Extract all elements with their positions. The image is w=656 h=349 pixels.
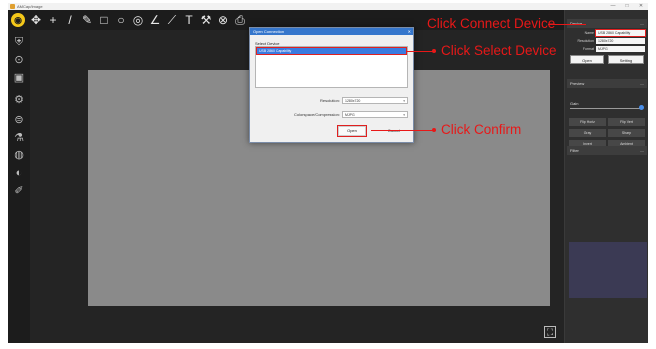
- name-label: Name: [584, 31, 594, 35]
- flip-vertical-button[interactable]: Flip Vert: [608, 118, 645, 126]
- device-name-select[interactable]: USB 2860 Capability: [595, 29, 646, 37]
- camera-icon[interactable]: ⊙: [12, 53, 26, 67]
- text-icon[interactable]: T: [182, 13, 196, 27]
- minimize-button[interactable]: —: [606, 3, 620, 10]
- polyline-icon[interactable]: ⟋: [165, 13, 179, 27]
- format-select[interactable]: MJPG: [596, 46, 645, 52]
- settings-button[interactable]: Setting: [608, 55, 644, 64]
- resolution-select[interactable]: 1280x720: [596, 38, 645, 44]
- video-icon[interactable]: ▣: [12, 71, 26, 85]
- left-sidebar: ⛨ ⊙ ▣ ⚙ ⊜ ⚗ ◍ ◐ ✐: [8, 30, 30, 343]
- title-bar: AMCap/Image — □ ✕: [8, 3, 648, 10]
- clear-icon[interactable]: ⊗: [216, 13, 230, 27]
- resolution-label: Resolution:: [319, 98, 340, 103]
- fit-screen-icon[interactable]: ⛶: [544, 326, 556, 338]
- export-icon[interactable]: ⎙: [233, 13, 247, 27]
- target-icon[interactable]: ◍: [12, 148, 26, 162]
- gain-slider[interactable]: [570, 108, 640, 109]
- compression-select[interactable]: MJPG ▾: [342, 111, 408, 118]
- collapse-icon[interactable]: —: [640, 79, 644, 88]
- gray-button[interactable]: Gray: [569, 129, 606, 137]
- maximize-button[interactable]: □: [620, 3, 634, 10]
- collapse-icon[interactable]: —: [640, 19, 644, 28]
- filter-section-header[interactable]: Filter —: [567, 146, 647, 155]
- close-button[interactable]: ✕: [634, 3, 648, 10]
- annotation-select-dot: [432, 49, 436, 53]
- angle-icon[interactable]: ∠: [148, 13, 162, 27]
- resolution-select[interactable]: 1280x720 ▾: [342, 97, 408, 104]
- chevron-down-icon: ▾: [403, 113, 405, 117]
- app-logo-icon[interactable]: ◉: [11, 13, 25, 27]
- compression-value: MJPG: [345, 113, 355, 117]
- scale-icon[interactable]: ⚒: [199, 13, 213, 27]
- open-button[interactable]: Open: [337, 125, 367, 137]
- device-list[interactable]: USB 2860 Capability: [255, 46, 408, 88]
- right-panel: Device — Name USB 2860 Capability Resolu…: [564, 10, 648, 343]
- circle-icon[interactable]: ○: [114, 13, 128, 27]
- annotation-confirm: Click Confirm: [441, 122, 522, 137]
- resolution-value: 1280x720: [345, 99, 361, 103]
- pen-icon[interactable]: ✎: [80, 13, 94, 27]
- flask-icon[interactable]: ⚗: [12, 131, 26, 145]
- annotation-connect-device: Click Connect Device: [427, 16, 556, 31]
- chevron-down-icon: ▾: [403, 99, 405, 103]
- move-icon[interactable]: ✥: [29, 13, 43, 27]
- compression-label: Colorspace/Compression:: [293, 112, 340, 117]
- app-title: AMCap/Image: [17, 4, 43, 9]
- capture-icon[interactable]: ⛨: [12, 35, 26, 49]
- annotation-select-device: Click Select Device: [441, 43, 557, 58]
- collapse-icon[interactable]: —: [640, 146, 644, 155]
- open-device-button[interactable]: Open: [570, 55, 604, 64]
- preview-section-header[interactable]: Preview —: [567, 79, 647, 88]
- filter-header-label: Filter: [570, 148, 579, 153]
- dialog-close-icon[interactable]: ✕: [408, 28, 411, 35]
- resolution-label: Resolution: [577, 39, 594, 43]
- line-icon[interactable]: /: [63, 13, 77, 27]
- filter-panel[interactable]: [569, 242, 647, 298]
- flip-horizontal-button[interactable]: Flip Horiz: [569, 118, 606, 126]
- device-list-item[interactable]: USB 2860 Capability: [256, 47, 407, 55]
- format-label: Format: [582, 47, 594, 51]
- gain-label: Gain: [570, 101, 579, 106]
- cancel-button[interactable]: Cancel: [380, 126, 408, 136]
- annotation-connect-arrow: [548, 24, 586, 25]
- sharp-button[interactable]: Sharp: [608, 129, 645, 137]
- draw-icon[interactable]: ✐: [12, 184, 26, 198]
- preview-header-label: Preview: [570, 81, 585, 86]
- annotation-confirm-arrow: [371, 130, 436, 131]
- concentric-circle-icon[interactable]: ◎: [131, 13, 145, 27]
- app-logo-icon: [10, 4, 15, 9]
- drop-icon[interactable]: ◐: [12, 166, 26, 180]
- crosshair-icon[interactable]: +: [46, 13, 60, 27]
- settings-icon[interactable]: ⚙: [12, 93, 26, 107]
- dialog-title: Open Connection: [253, 29, 285, 34]
- open-connection-dialog: Open Connection ✕ Select Device USB 2860…: [249, 27, 414, 143]
- measure-icon[interactable]: ⊜: [12, 113, 26, 127]
- gain-slider-thumb[interactable]: [639, 105, 644, 110]
- toolbar: ◉ ✥ + / ✎ □ ○ ◎ ∠ ⟋ T ⚒ ⊗ ⎙: [8, 10, 264, 30]
- rectangle-icon[interactable]: □: [97, 13, 111, 27]
- annotation-confirm-dot: [432, 128, 436, 132]
- dialog-title-bar: Open Connection ✕: [250, 28, 413, 35]
